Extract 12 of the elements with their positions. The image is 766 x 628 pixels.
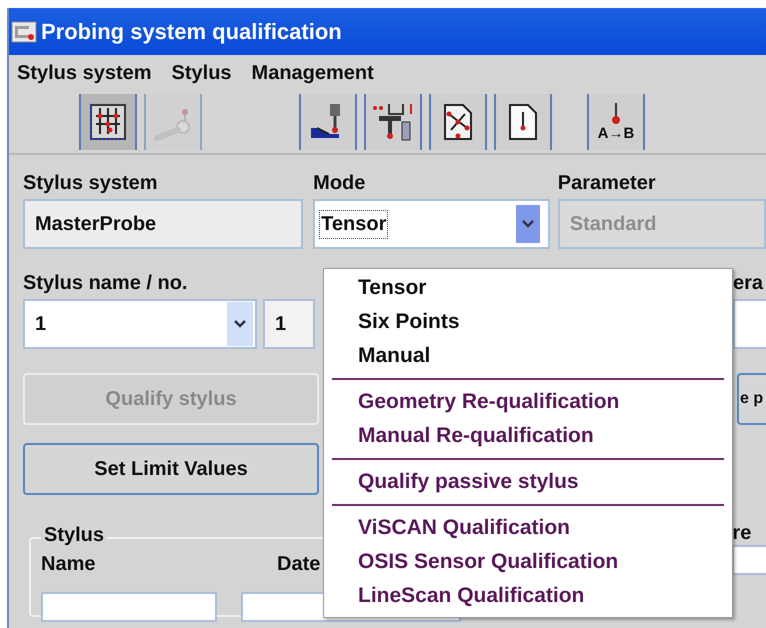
window-title: Probing system qualification: [41, 18, 342, 44]
field-label: re: [732, 521, 752, 545]
field-label: Parameter: [558, 171, 657, 196]
field-label: era: [733, 271, 764, 296]
group-title: Stylus: [41, 524, 108, 547]
dropdown-value: Tensor: [319, 210, 388, 238]
dropdown-value: 1: [35, 312, 46, 336]
field-label: Stylus name / no.: [23, 271, 188, 296]
field-label: Stylus system: [23, 171, 159, 196]
column-header: Name: [41, 553, 96, 576]
field-label: Mode: [313, 171, 366, 196]
column-header: Date: [277, 553, 320, 576]
